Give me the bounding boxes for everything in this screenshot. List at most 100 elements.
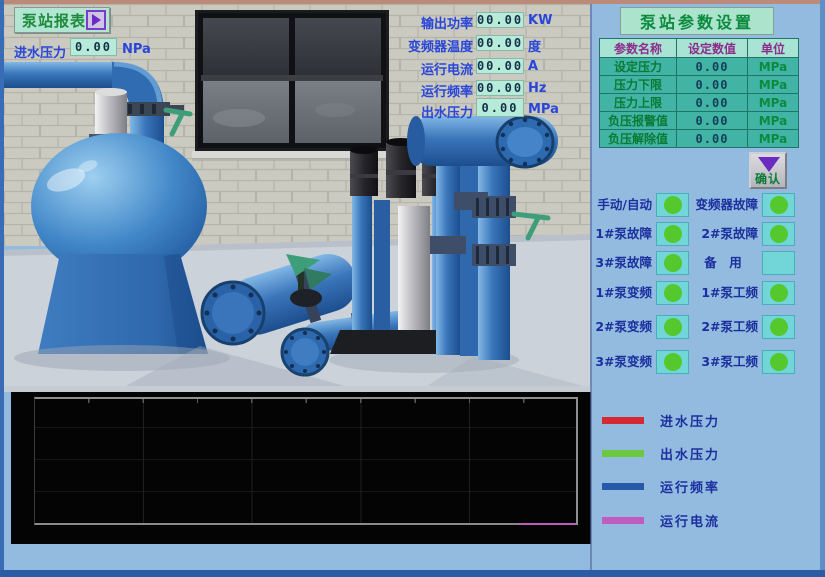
led-pump2-vfd xyxy=(656,315,689,339)
param-unit: MPa xyxy=(748,94,799,112)
output-power-value: 00.00 xyxy=(476,12,524,28)
led-pump3-vfd xyxy=(656,350,689,374)
param-name: 设定压力 xyxy=(600,58,677,76)
run-current-value: 00.00 xyxy=(476,58,524,74)
param-setpoint[interactable]: 0.00 xyxy=(677,94,748,112)
status-label-pump3-vfd: 3#泵变频 xyxy=(588,350,652,374)
param-setpoint[interactable]: 0.00 xyxy=(677,130,748,148)
led-pump2-line xyxy=(762,315,795,339)
legend-label-inlet-pressure: 进水压力 xyxy=(660,411,720,430)
outlet-header xyxy=(407,116,558,167)
status-label-pump1-vfd: 1#泵变频 xyxy=(588,281,652,305)
confirm-button[interactable]: 确认 xyxy=(749,152,787,189)
panel-divider xyxy=(590,4,592,570)
led-icon xyxy=(770,353,788,371)
output-power-unit: KW xyxy=(528,13,552,28)
param-unit: MPa xyxy=(748,76,799,94)
led-icon xyxy=(664,254,682,272)
led-pump3-line xyxy=(762,350,795,374)
outlet-pressure-value: 0.00 xyxy=(476,98,524,117)
legend-swatch-run-frequency xyxy=(602,483,644,490)
status-label-spare: 备 用 xyxy=(688,251,758,275)
status-label-pump2-vfd: 2#泵变频 xyxy=(588,315,652,339)
run-current-label: 运行电流 xyxy=(399,59,473,78)
output-power-label: 输出功率 xyxy=(399,13,473,32)
led-spare xyxy=(762,251,795,275)
settings-table: 参数名称 设定数值 单位 设定压力 0.00 MPa 压力下限 0.00 MPa… xyxy=(599,38,799,148)
param-unit: MPa xyxy=(748,58,799,76)
led-icon xyxy=(770,284,788,302)
run-current-unit: A xyxy=(528,59,538,74)
status-label-pump1-line: 1#泵工频 xyxy=(688,281,758,305)
col-param-name: 参数名称 xyxy=(600,39,677,58)
window xyxy=(192,10,392,161)
param-unit: MPa xyxy=(748,130,799,148)
run-freq-value: 00.00 xyxy=(476,80,524,96)
legend-label-run-frequency: 运行频率 xyxy=(660,477,720,496)
param-setpoint[interactable]: 0.00 xyxy=(677,76,748,94)
param-unit: MPa xyxy=(748,112,799,130)
confirm-button-label: 确认 xyxy=(751,170,785,187)
legend-label-run-current: 运行电流 xyxy=(660,511,720,530)
report-button[interactable]: 泵站报表 xyxy=(14,7,110,33)
frame-edge-top xyxy=(0,0,825,4)
status-label-pump3-fault: 3#泵故障 xyxy=(588,251,652,275)
led-icon xyxy=(664,318,682,336)
legend-swatch-inlet-pressure xyxy=(602,417,644,424)
led-pump2-fault xyxy=(762,222,795,246)
run-freq-unit: Hz xyxy=(528,81,546,96)
frame-edge-right xyxy=(820,0,825,577)
status-label-vfd-fault: 变频器故障 xyxy=(688,193,758,217)
status-label-pump1-fault: 1#泵故障 xyxy=(588,222,652,246)
led-pump1-line xyxy=(762,281,795,305)
param-name: 压力上限 xyxy=(600,94,677,112)
trend-chart xyxy=(11,392,591,544)
outlet-pressure-label: 出水压力 xyxy=(399,102,473,121)
trend-plot-area xyxy=(34,397,578,525)
table-row: 压力上限 0.00 MPa xyxy=(600,94,799,112)
status-label-pump2-fault: 2#泵故障 xyxy=(688,222,758,246)
vfd-temp-value: 00.00 xyxy=(476,35,524,51)
status-label-pump3-line: 3#泵工频 xyxy=(688,350,758,374)
param-name: 压力下限 xyxy=(600,76,677,94)
led-vfd-fault xyxy=(762,193,795,217)
outlet-pressure-unit: MPa xyxy=(528,102,559,117)
led-pump3-fault xyxy=(656,251,689,275)
settings-panel-title: 泵站参数设置 xyxy=(620,7,774,35)
report-open-button[interactable] xyxy=(86,10,106,30)
vfd-temp-unit: 度 xyxy=(528,36,541,55)
frame-edge-left xyxy=(0,0,4,577)
led-icon xyxy=(664,284,682,302)
status-label-pump2-line: 2#泵工频 xyxy=(688,315,758,339)
param-setpoint[interactable]: 0.00 xyxy=(677,112,748,130)
table-row: 负压报警值 0.00 MPa xyxy=(600,112,799,130)
run-freq-label: 运行频率 xyxy=(399,81,473,100)
led-icon xyxy=(664,353,682,371)
legend-swatch-outlet-pressure xyxy=(602,450,644,457)
led-icon xyxy=(770,225,788,243)
status-label-auto-manual: 手动/自动 xyxy=(588,193,652,217)
param-setpoint[interactable]: 0.00 xyxy=(677,58,748,76)
col-set-value: 设定数值 xyxy=(677,39,748,58)
param-name: 负压解除值 xyxy=(600,130,677,148)
table-row: 压力下限 0.00 MPa xyxy=(600,76,799,94)
led-auto-manual xyxy=(656,193,689,217)
legend-label-outlet-pressure: 出水压力 xyxy=(660,444,720,463)
inlet-pressure-unit: NPa xyxy=(122,42,151,57)
inlet-pressure-value: 0.00 xyxy=(70,38,117,56)
vfd-temp-label: 变频器温度 xyxy=(399,36,473,55)
col-unit: 单位 xyxy=(748,39,799,58)
led-icon xyxy=(770,318,788,336)
table-row: 负压解除值 0.00 MPa xyxy=(600,130,799,148)
param-name: 负压报警值 xyxy=(600,112,677,130)
led-pump1-fault xyxy=(656,222,689,246)
legend-swatch-run-current xyxy=(602,517,644,524)
inlet-pressure-label: 进水压力 xyxy=(14,42,66,61)
hmi-pump-station-screen: { "header": { "report_button": {"label":… xyxy=(0,0,825,577)
settings-header-row: 参数名称 设定数值 单位 xyxy=(600,39,799,58)
led-icon xyxy=(664,225,682,243)
report-button-label: 泵站报表 xyxy=(22,10,86,31)
axis-ticks xyxy=(35,399,576,403)
led-icon xyxy=(770,196,788,214)
led-icon xyxy=(664,196,682,214)
